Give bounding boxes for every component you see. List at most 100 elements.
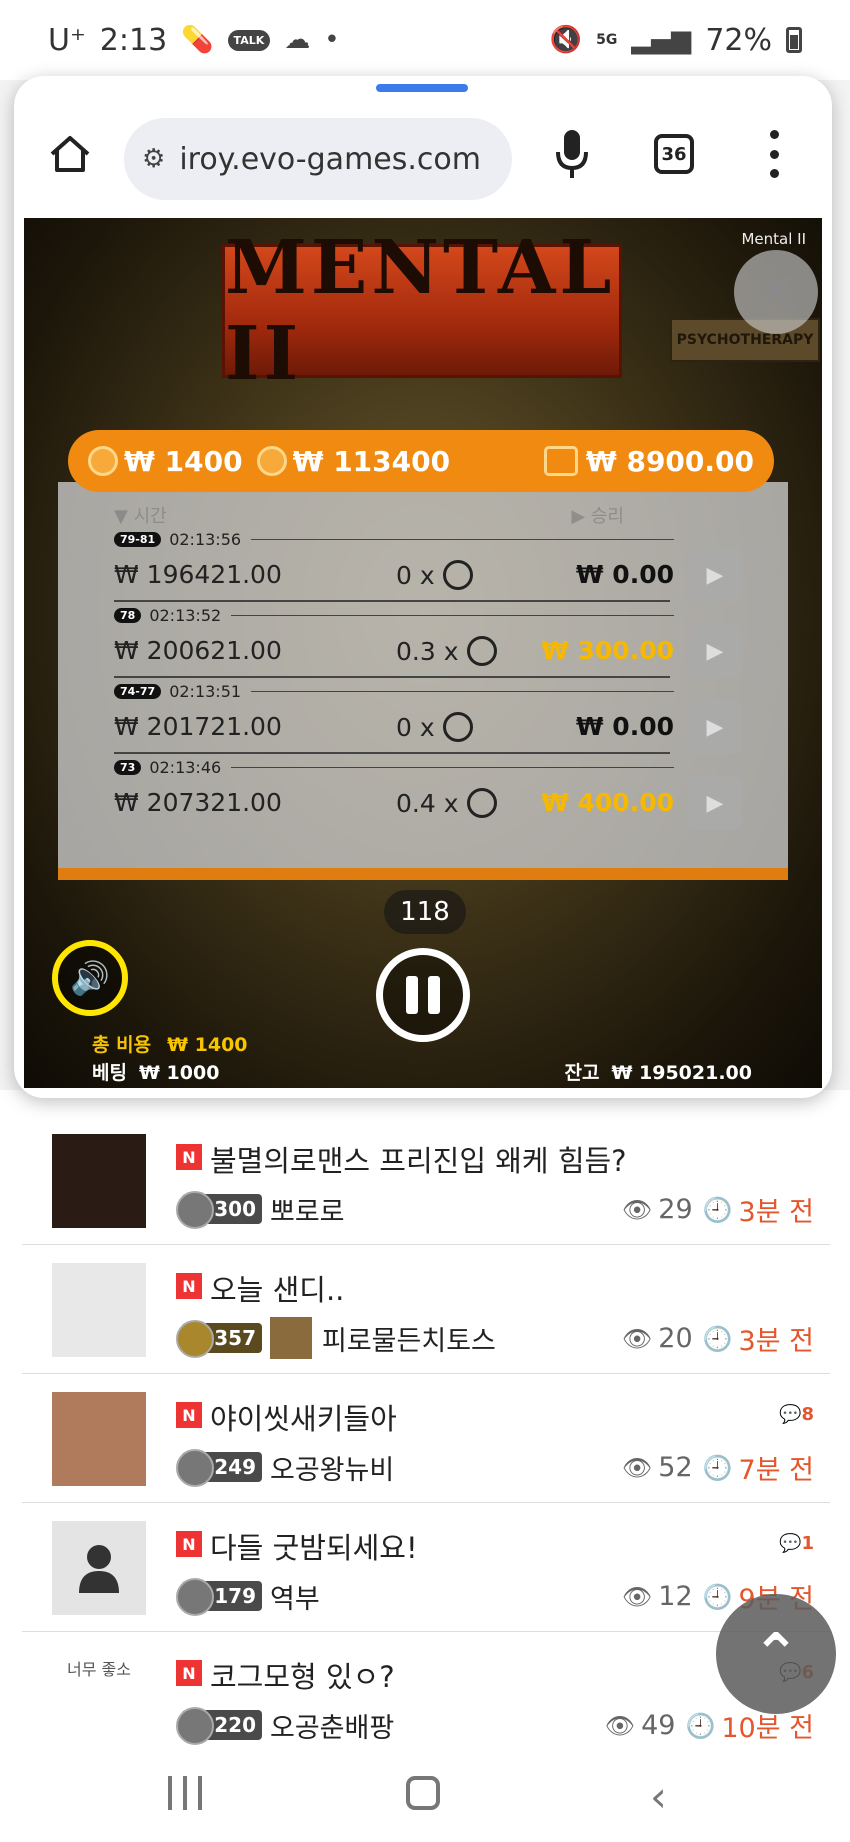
post-title[interactable]: 불멸의로맨스 프리진입 왜케 힘듬? bbox=[210, 1138, 627, 1180]
total-cost-label: 총 비용 bbox=[92, 1034, 152, 1056]
post-thumbnail[interactable] bbox=[52, 1263, 146, 1357]
history-row: 73 02:13:46 ₩ 207321.00 0.4 x ₩ 400.00 ▶ bbox=[114, 754, 742, 842]
site-settings-icon[interactable]: ⚙ bbox=[142, 144, 165, 174]
clock-icon: 🕘 bbox=[702, 1582, 733, 1611]
row-win: ₩ 0.00 bbox=[576, 560, 674, 589]
post-author[interactable]: 역부 bbox=[270, 1577, 320, 1616]
post-author[interactable]: 오공춘배팡 bbox=[270, 1706, 394, 1745]
eye-icon: 👁 bbox=[621, 1195, 653, 1224]
header-time: ▼ 시간 bbox=[114, 506, 167, 527]
tabs-button[interactable]: 36 bbox=[654, 134, 694, 174]
dot-icon: • bbox=[324, 25, 340, 55]
balance-label: 잔고 bbox=[564, 1062, 600, 1084]
author-avatar bbox=[270, 1317, 312, 1359]
post-title[interactable]: 오늘 샌디.. bbox=[210, 1267, 344, 1309]
replay-button[interactable]: ▶ bbox=[688, 624, 742, 678]
game-name-label: Mental II bbox=[741, 230, 806, 248]
eye-icon: 👁 bbox=[621, 1582, 653, 1611]
game-frame: MENTAL II PSYCHOTHERAPY Mental II ✕ ▼ 시간… bbox=[24, 218, 822, 1088]
replay-button[interactable]: ▶ bbox=[688, 548, 742, 602]
bet-value: ₩ 1000 bbox=[138, 1062, 220, 1084]
bet-coin-value: ₩ 1400 bbox=[124, 444, 243, 478]
history-row: 79-81 02:13:56 ₩ 196421.00 0 x ₩ 0.00 ▶ bbox=[114, 526, 742, 614]
coin-icon bbox=[442, 712, 473, 742]
round-counter: 118 bbox=[384, 890, 466, 934]
list-item[interactable]: N 야이씻새키들아 💬8 249 오공왕뉴비 👁 52 🕘 7분 전 bbox=[22, 1374, 830, 1503]
carrier-label: U⁺ bbox=[48, 22, 86, 58]
microphone-icon[interactable] bbox=[554, 128, 590, 180]
post-thumbnail[interactable] bbox=[52, 1521, 146, 1615]
close-history-button[interactable]: ✕ bbox=[734, 250, 818, 334]
level-badge: 220 bbox=[176, 1707, 262, 1745]
comment-count: 💬1 bbox=[779, 1533, 814, 1554]
post-title[interactable]: 야이씻새키들아 bbox=[210, 1396, 397, 1438]
back-icon[interactable]: ‹ bbox=[650, 1772, 667, 1821]
clock-icon: 🕘 bbox=[702, 1195, 733, 1224]
new-badge: N bbox=[176, 1273, 202, 1299]
home-icon[interactable] bbox=[48, 132, 92, 176]
pause-button[interactable] bbox=[376, 948, 470, 1042]
history-row: 78 02:13:52 ₩ 200621.00 0.3 x ₩ 300.00 ▶ bbox=[114, 602, 742, 690]
level-badge: 249 bbox=[176, 1449, 262, 1487]
comment-count: 💬8 bbox=[779, 1404, 814, 1425]
recent-apps-icon[interactable] bbox=[168, 1776, 202, 1810]
eye-icon: 👁 bbox=[604, 1711, 636, 1740]
row-multiplier: 0 x bbox=[396, 712, 473, 742]
popup-browser: ⚙ iroy.evo-games.com 36 MENTAL II PSYCHO… bbox=[14, 76, 832, 1098]
list-item[interactable]: N 오늘 샌디.. 357 피로물든치토스 👁 20 🕘 3분 전 bbox=[22, 1245, 830, 1374]
post-thumbnail[interactable] bbox=[52, 1392, 146, 1486]
list-item[interactable]: N 불멸의로맨스 프리진입 왜케 힘듬? 300 뽀로로 👁 29 🕘 3분 전 bbox=[22, 1116, 830, 1245]
balance-value: ₩ 195021.00 bbox=[611, 1062, 752, 1084]
replay-button[interactable]: ▶ bbox=[688, 776, 742, 830]
view-count: 12 bbox=[658, 1581, 693, 1612]
level-badge: 300 bbox=[176, 1191, 262, 1229]
post-author[interactable]: 오공왕뉴비 bbox=[270, 1448, 394, 1487]
post-author[interactable]: 피로물든치토스 bbox=[322, 1319, 496, 1358]
view-count: 20 bbox=[658, 1323, 693, 1354]
coin-icon bbox=[466, 636, 497, 666]
drag-handle[interactable] bbox=[376, 84, 468, 92]
comment-icon: 💬 bbox=[779, 1404, 802, 1425]
game-logo: MENTAL II bbox=[222, 225, 622, 397]
post-title[interactable]: 다들 굿밤되세요! bbox=[210, 1525, 418, 1567]
post-thumbnail[interactable]: 너무 좋소 bbox=[52, 1650, 146, 1744]
post-title[interactable]: 코그모형 있ㅇ? bbox=[210, 1654, 395, 1696]
list-item[interactable]: 너무 좋소 N 코그모형 있ㅇ? 💬6 220 오공춘배팡 👁49 🕘10분 전 bbox=[22, 1632, 830, 1761]
post-author[interactable]: 뽀로로 bbox=[270, 1190, 345, 1229]
post-thumbnail[interactable] bbox=[52, 1134, 146, 1228]
thumbnail-caption: 너무 좋소 bbox=[67, 1660, 131, 1679]
row-bet: ₩ 200621.00 bbox=[114, 636, 282, 665]
game-logo-text: MENTAL II bbox=[225, 225, 616, 397]
system-nav-bar: ‹ bbox=[0, 1748, 850, 1842]
total-cost-value: ₩ 1400 bbox=[167, 1034, 248, 1056]
row-multiplier: 0.3 x bbox=[396, 636, 497, 666]
round-badge: 74-77 bbox=[114, 683, 162, 699]
row-win: ₩ 0.00 bbox=[576, 712, 674, 741]
new-badge: N bbox=[176, 1144, 202, 1170]
replay-button[interactable]: ▶ bbox=[688, 700, 742, 754]
new-badge: N bbox=[176, 1531, 202, 1557]
more-menu-icon[interactable] bbox=[764, 130, 784, 178]
comment-icon: 💬 bbox=[779, 1533, 802, 1554]
clock-time: 2:13 bbox=[99, 22, 168, 58]
balance: 잔고 ₩ 195021.00 bbox=[564, 1058, 752, 1085]
url-bar[interactable]: ⚙ iroy.evo-games.com bbox=[124, 118, 512, 200]
row-time: 02:13:52 bbox=[149, 605, 222, 625]
battery-percent: 72% bbox=[705, 22, 772, 58]
post-time: 3분 전 bbox=[738, 1326, 814, 1357]
view-count: 29 bbox=[658, 1194, 693, 1225]
scroll-top-button[interactable]: ⌃ bbox=[716, 1594, 836, 1714]
wallet-icon bbox=[543, 446, 578, 476]
header-win: ▶ 승리 bbox=[571, 506, 624, 527]
list-item[interactable]: N 다들 굿밤되세요! 💬1 179 역부 👁12 🕘9분 전 bbox=[22, 1503, 830, 1632]
home-nav-icon[interactable] bbox=[406, 1776, 440, 1810]
sound-icon[interactable]: 🔊 bbox=[52, 940, 128, 1016]
user-placeholder-icon bbox=[79, 1545, 119, 1593]
signal-icon: ▂▄▆ bbox=[631, 25, 692, 55]
total-cost: 총 비용 ₩ 1400 bbox=[92, 1030, 248, 1057]
row-bet: ₩ 201721.00 bbox=[114, 712, 282, 741]
clock-icon: 🕘 bbox=[685, 1711, 716, 1740]
new-badge: N bbox=[176, 1402, 202, 1428]
wallet-value: ₩ 8900.00 bbox=[585, 444, 754, 478]
round-badge: 73 bbox=[114, 759, 142, 775]
